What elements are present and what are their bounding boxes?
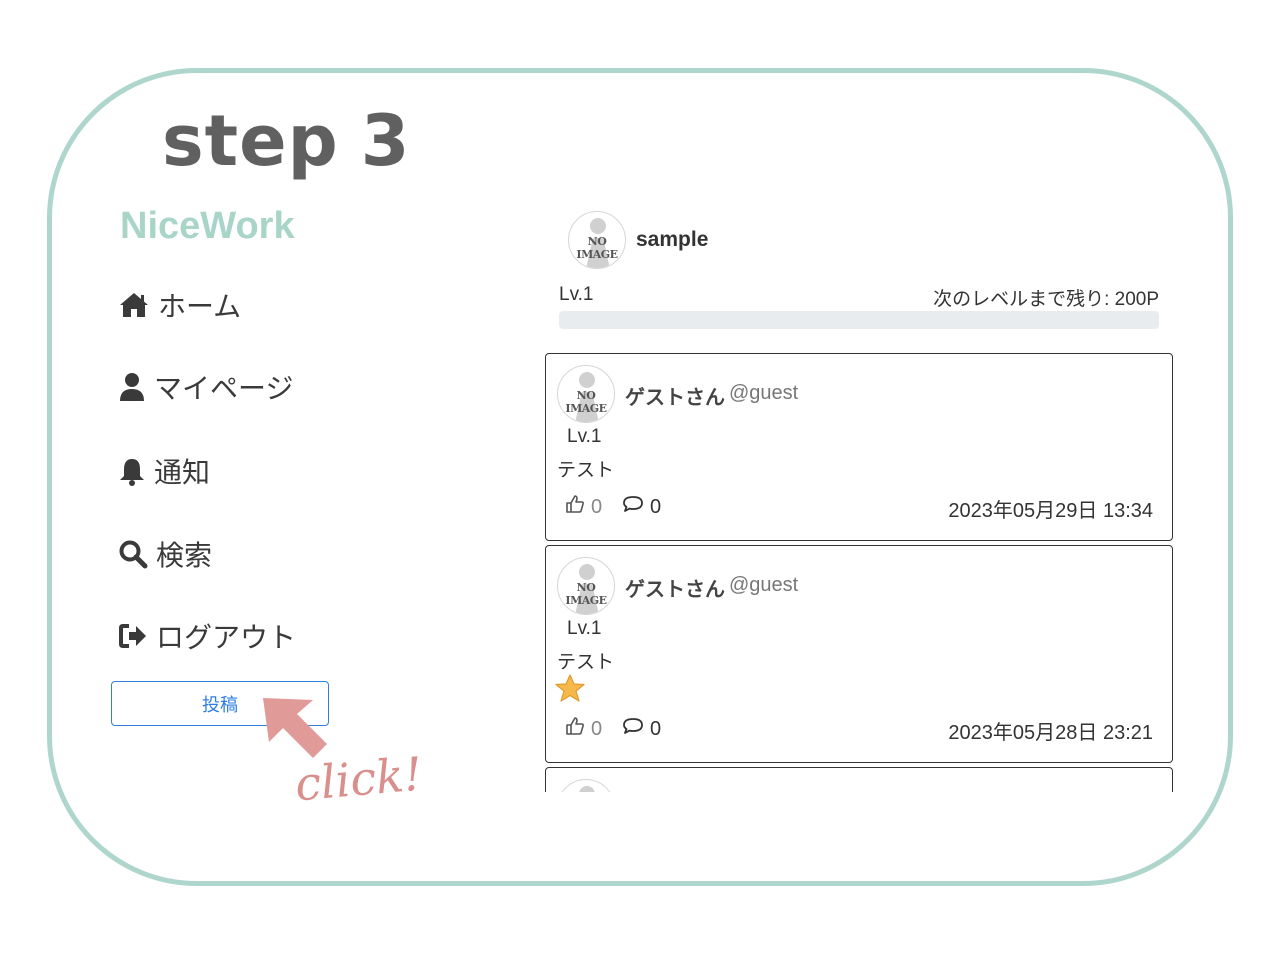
star-icon (555, 674, 585, 706)
profile-avatar[interactable]: NO IMAGE (568, 211, 626, 269)
nav-item-mypage[interactable]: マイページ (118, 367, 293, 407)
nav-item-home[interactable]: ホーム (118, 285, 241, 325)
logout-icon (118, 622, 148, 650)
step-word: step (162, 100, 339, 182)
search-icon (118, 539, 148, 569)
post-card[interactable] (545, 767, 1173, 792)
post-text: テスト (557, 651, 615, 673)
post-feed[interactable]: NO IMAGE ゲストさん @guest Lv.1 テスト 0 0 2023年… (545, 353, 1173, 792)
comment-button[interactable]: 0 (622, 494, 661, 520)
post-author-level: Lv.1 (567, 426, 602, 447)
post-author-handle: @guest (729, 382, 799, 404)
profile-level: Lv.1 (559, 284, 594, 305)
brand-logo[interactable]: NiceWork (120, 205, 295, 248)
thumbs-up-icon (565, 716, 585, 742)
comment-count: 0 (650, 717, 662, 740)
like-button[interactable]: 0 (565, 716, 602, 742)
bell-icon (118, 456, 146, 486)
level-progress-bar (559, 311, 1159, 329)
nav-item-search[interactable]: 検索 (118, 534, 212, 574)
comment-icon (622, 494, 644, 520)
post-author-name[interactable]: ゲストさん (625, 381, 725, 410)
nav-item-notifications[interactable]: 通知 (118, 451, 210, 491)
nav-label-home: ホーム (158, 290, 242, 323)
post-card[interactable]: NO IMAGE ゲストさん @guest Lv.1 テスト 0 0 2023年… (545, 353, 1173, 541)
level-row: Lv.1 次のレベルまで残り: 200P (559, 284, 1159, 311)
avatar-placeholder-text: NO IMAGE (576, 235, 618, 261)
nav-label-mypage: マイページ (154, 372, 294, 405)
profile-name[interactable]: sample (636, 228, 708, 252)
post-date: 2023年05月29日 13:34 (948, 500, 1153, 522)
user-icon (118, 372, 146, 402)
post-author-name[interactable]: ゲストさん (625, 573, 725, 602)
profile-header: NO IMAGE sample (568, 211, 708, 269)
post-date: 2023年05月28日 23:21 (948, 722, 1153, 744)
post-card[interactable]: NO IMAGE ゲストさん @guest Lv.1 テスト 0 0 2023年… (545, 545, 1173, 763)
comment-button[interactable]: 0 (622, 716, 661, 742)
nav-label-logout: ログアウト (156, 621, 297, 654)
nav-item-logout[interactable]: ログアウト (118, 616, 296, 656)
post-text: テスト (557, 459, 615, 481)
home-icon (118, 291, 150, 319)
thumbs-up-icon (565, 494, 585, 520)
post-avatar[interactable] (557, 779, 615, 792)
nav-label-search: 検索 (156, 539, 213, 572)
like-count: 0 (591, 717, 603, 740)
nav-label-notifications: 通知 (154, 456, 211, 489)
like-button[interactable]: 0 (565, 494, 602, 520)
post-author-level: Lv.1 (567, 618, 602, 639)
comment-count: 0 (650, 495, 662, 518)
post-avatar[interactable]: NO IMAGE (557, 557, 615, 615)
step-number: 3 (360, 100, 411, 182)
like-count: 0 (591, 495, 603, 518)
avatar-placeholder-text: NO IMAGE (565, 581, 607, 607)
next-level-remaining: 次のレベルまで残り: 200P (933, 289, 1159, 310)
comment-icon (622, 716, 644, 742)
post-author-handle: @guest (729, 574, 799, 596)
post-avatar[interactable]: NO IMAGE (557, 365, 615, 423)
step-title: step 3 (162, 100, 410, 182)
avatar-placeholder-text: NO IMAGE (565, 389, 607, 415)
click-annotation: click! (292, 746, 425, 812)
